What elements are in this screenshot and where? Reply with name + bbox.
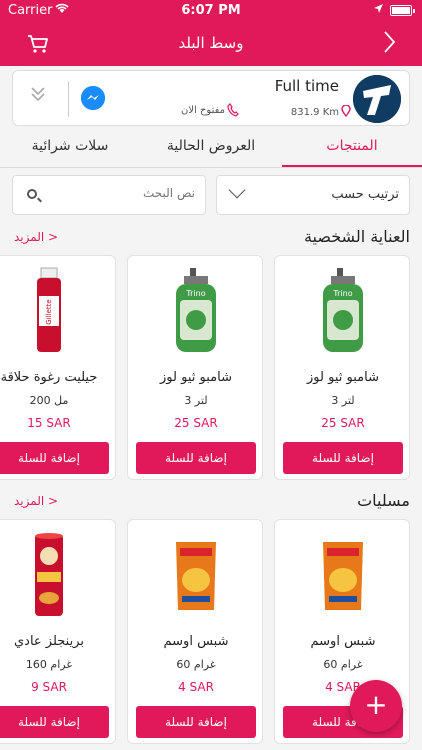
top-nav-bar: وسط البلد [0,22,422,66]
product-size: 60 غرام [176,658,216,671]
plus-icon[interactable]: + [350,680,402,732]
product-size: 60 غرام [323,658,363,671]
battery-icon [390,5,415,16]
phone-icon [227,103,239,120]
product-card[interactable]: Gillette جيليت رغوة حلاقة 200 مل 15 SAR … [0,255,116,480]
status-bar: Carrier 6:07 PM [0,0,422,22]
page-title: وسط البلد [178,34,244,52]
product-size: 3 لتر [331,394,355,407]
back-chevron-icon[interactable] [382,30,396,59]
svg-text:Trino: Trino [332,289,352,298]
search-bar [12,175,206,215]
tab-current-offers[interactable]: العروض الحالية [141,138,281,154]
divider [68,81,69,117]
product-size: 160 غرام [25,658,73,671]
location-arrow-icon [373,3,384,18]
add-to-cart-button[interactable]: إضافة للسلة [136,442,256,474]
search-input[interactable] [55,186,195,200]
clock: 6:07 PM [181,3,241,18]
product-card[interactable]: Trino شامبو ثيو لوز 3 لتر 25 SAR إضافة ل… [274,255,410,480]
chevron-down-icon [228,181,246,199]
svg-text:Trino: Trino [185,289,205,298]
messenger-icon[interactable] [81,86,105,110]
product-image: Trino [162,266,230,354]
product-card[interactable]: Trino شامبو ثيو لوز 3 لتر 25 SAR إضافة ل… [127,255,263,480]
product-price: 25 SAR [174,416,218,430]
product-image [162,530,230,618]
product-name: شامبو ثيو لوز [307,370,379,385]
product-name: جيليت رغوة حلاقة [0,370,98,385]
product-price: 9 SAR [31,680,67,694]
more-link[interactable]: المزيد > [14,494,58,508]
store-distance: 831.9 Km [290,107,339,118]
product-price: 4 SAR [178,680,214,694]
product-image: Trino [309,266,377,354]
add-to-cart-button[interactable]: إضافة للسلة [0,442,109,474]
store-info-card[interactable]: Full time 831.9 Km مفتوح الان [12,70,410,126]
add-to-cart-button[interactable]: إضافة للسلة [136,706,256,738]
chevron-down-double-icon[interactable] [27,85,49,111]
svg-text:Gillette: Gillette [45,299,53,324]
store-name: Full time [274,77,339,95]
tab-bar: المنتجات العروض الحالية سلات شرائية [0,132,422,168]
location-pin-icon [341,104,351,120]
product-price: 15 SAR [27,416,71,430]
product-image [309,530,377,618]
product-image: Gillette [15,266,83,354]
product-name: شبس اوسم [310,634,376,649]
product-name: برينجلز عادي [13,634,84,649]
product-price: 25 SAR [321,416,365,430]
section-title-snacks: مسليات [357,491,410,510]
product-card[interactable]: شبس اوسم 60 غرام 4 SAR إضافة للسلة [127,519,263,744]
product-name: شبس اوسم [163,634,229,649]
store-logo [353,75,401,123]
tab-products[interactable]: المنتجات [282,138,422,154]
sort-label: ترتيب حسب [331,187,399,202]
search-icon[interactable] [27,189,37,199]
store-open-status: مفتوح الان [180,105,225,116]
divider [0,167,422,168]
add-to-cart-button[interactable]: إضافة للسلة [0,706,109,738]
add-to-cart-button[interactable]: إضافة للسلة [283,442,403,474]
more-link[interactable]: المزيد > [14,230,58,244]
product-size: 200 مل [29,394,69,407]
tab-shopping-baskets[interactable]: سلات شرائية [0,138,140,154]
product-image [15,530,83,618]
sort-dropdown[interactable]: ترتيب حسب [216,175,410,215]
product-size: 3 لتر [184,394,208,407]
product-name: شامبو ثيو لوز [160,370,232,385]
section-title-personal-care: العناية الشخصية [303,227,410,246]
product-card[interactable]: برينجلز عادي 160 غرام 9 SAR إضافة للسلة [0,519,116,744]
